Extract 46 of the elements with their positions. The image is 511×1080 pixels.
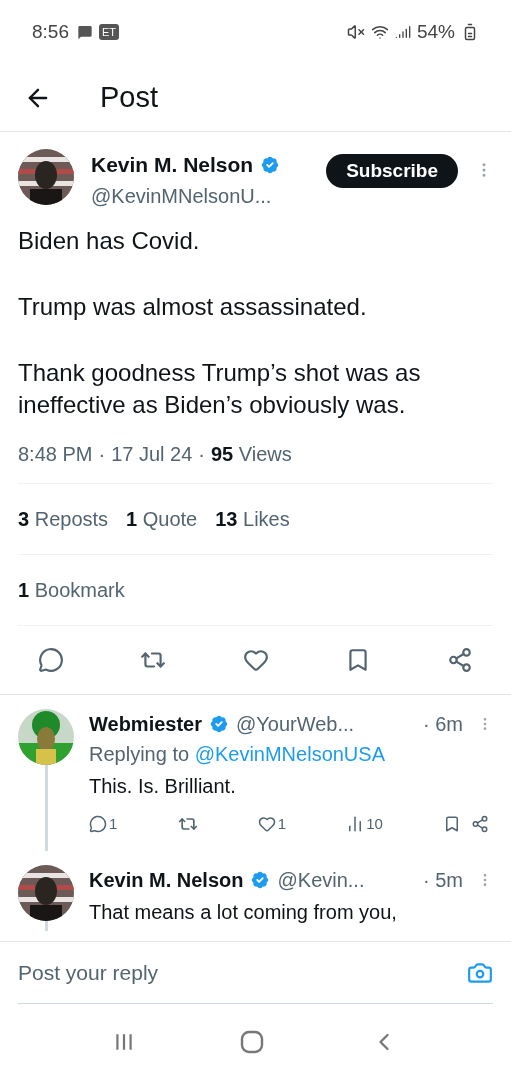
status-time: 8:56 xyxy=(32,19,69,44)
verified-badge-icon xyxy=(208,712,230,735)
author-handle: @KevinMNelsonU... xyxy=(91,184,272,207)
wifi-icon xyxy=(370,23,389,41)
app-badge: ET xyxy=(99,24,120,40)
share-icon[interactable] xyxy=(471,814,489,833)
post-text: Thank goodness Trump’s shot was as ineffective as Biden’s obviously was. xyxy=(18,357,422,420)
post-text: Trump was almost assassinated. xyxy=(18,291,368,322)
stat-link[interactable]: 3 Reposts xyxy=(18,503,109,534)
reply-author-handle: @YourWeb... xyxy=(236,711,355,737)
post-date: 17 Jul 24 xyxy=(111,441,193,467)
like-icon[interactable] xyxy=(257,814,276,833)
stat-link[interactable]: 13 Likes xyxy=(215,503,290,534)
reply-author-handle: @Kevin... xyxy=(277,868,365,893)
subscribe-button[interactable]: Subscribe xyxy=(326,154,458,188)
reply-time: · 6m xyxy=(423,711,463,737)
bookmark-count[interactable]: 1 Bookmark xyxy=(18,578,125,601)
reply-author-name: Kevin M. Nelson xyxy=(89,868,244,893)
view-count: 95 Views xyxy=(211,441,292,467)
like-count: 1 xyxy=(277,813,286,834)
verified-badge-icon xyxy=(249,869,272,891)
message-icon xyxy=(77,24,93,40)
reply-count: 1 xyxy=(109,813,118,834)
verified-badge-icon xyxy=(259,153,282,176)
replying-to-text: Replying to @KevinMNelsonUSA xyxy=(89,741,386,767)
separator-dot: · xyxy=(98,441,106,467)
author-name: Kevin M. Nelson xyxy=(91,152,254,178)
reply-author-name: Webmiester xyxy=(89,711,202,737)
mute-icon xyxy=(346,23,365,41)
battery-percent: 54% xyxy=(416,19,455,44)
reply-icon[interactable] xyxy=(38,646,64,673)
reply-icon[interactable] xyxy=(89,814,107,833)
reply-text: This. Is. Brilliant. xyxy=(89,773,237,799)
share-icon[interactable] xyxy=(447,646,473,673)
page-title: Post xyxy=(100,79,159,115)
reply-text: That means a lot coming from you, xyxy=(89,900,398,925)
views-count: 10 xyxy=(366,813,383,834)
home-icon[interactable] xyxy=(240,1030,265,1054)
post-text: Biden has Covid. xyxy=(18,225,201,256)
reply-input[interactable]: Post your reply xyxy=(18,956,467,989)
signal-icon xyxy=(394,24,411,40)
post-time: 8:48 PM xyxy=(18,441,93,467)
bookmark-icon[interactable] xyxy=(443,814,461,833)
separator-dot: · xyxy=(198,441,205,467)
stat-link[interactable]: 1 Quote xyxy=(126,503,198,534)
reply-time: · 5m xyxy=(423,868,463,893)
